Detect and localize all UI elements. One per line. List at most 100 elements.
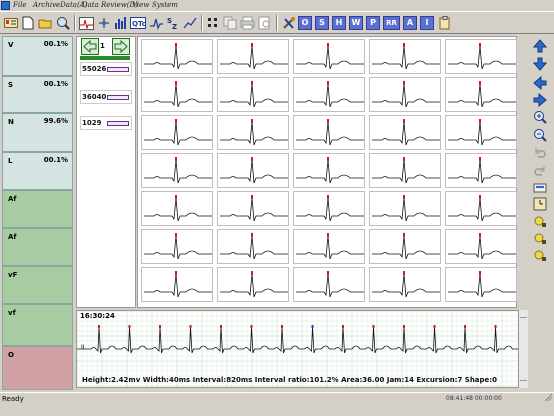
marker-tool-icon[interactable] [532,213,548,229]
beat-cell[interactable] [141,191,213,226]
template-item[interactable]: 36040 [80,90,132,104]
beat-cell[interactable] [141,115,213,150]
menu-archive-data[interactable]: ArchiveData(A) [33,1,87,9]
beat-cell[interactable] [369,115,441,150]
class-n-panel[interactable]: N 99.6% [2,113,73,152]
beat-cell[interactable] [217,191,289,226]
class-af-panel[interactable]: Af [2,190,73,228]
marker-tool-2-icon[interactable] [532,230,548,246]
trend-icon[interactable] [182,15,198,31]
beat-cell[interactable] [141,39,213,74]
beat-cell[interactable] [217,115,289,150]
menu-file[interactable]: File [13,1,26,9]
template-slider[interactable] [107,95,129,100]
beat-cell[interactable] [369,77,441,112]
prev-template-button[interactable] [81,38,99,55]
beat-cell[interactable] [293,77,365,112]
resize-grip-icon[interactable] [545,394,552,401]
beat-cell[interactable] [445,267,517,302]
filter-i-button[interactable]: I [420,16,434,30]
open-folder-icon[interactable] [37,15,53,31]
sort-icon[interactable]: SZ [165,15,181,31]
beat-cell[interactable] [369,153,441,188]
menu-system[interactable]: System [152,1,178,9]
beat-cell[interactable] [217,229,289,264]
scroll-down-arrow[interactable] [520,380,527,388]
beat-cell[interactable] [369,191,441,226]
print-preview-icon[interactable] [257,15,273,31]
export-icon[interactable] [532,180,548,196]
filter-a-button[interactable]: A [403,16,417,30]
copy-icon[interactable] [222,15,238,31]
beat-cell[interactable] [141,267,213,302]
class-vf-panel-2[interactable]: vf [2,304,73,346]
grid-dots-icon[interactable] [205,15,221,31]
template-slider[interactable] [107,67,129,72]
zoom-in-icon[interactable] [532,109,548,125]
class-af-panel-2[interactable]: Af [2,228,73,266]
beat-cell[interactable] [445,39,517,74]
filter-o-button[interactable]: O [298,16,312,30]
template-slider[interactable] [107,121,129,126]
beat-cell[interactable] [293,39,365,74]
beat-cell[interactable] [217,267,289,302]
beat-cell[interactable] [217,153,289,188]
beat-cell[interactable] [445,77,517,112]
st-segment-icon[interactable] [148,15,164,31]
search-icon[interactable] [55,15,71,31]
template-item[interactable]: 1029 [80,116,132,130]
redo-icon[interactable] [532,163,548,179]
class-vf-panel[interactable]: vF [2,266,73,304]
tools-icon[interactable] [281,15,297,31]
beat-cell[interactable] [369,267,441,302]
beat-cell[interactable] [141,153,213,188]
beat-cell[interactable] [293,267,365,302]
beat-cell[interactable] [293,229,365,264]
filter-s-button[interactable]: S [315,16,329,30]
menu-data-review[interactable]: Data Review(D) [82,1,138,9]
beat-cell[interactable] [141,77,213,112]
strip-scrollbar[interactable] [518,310,528,388]
beat-cell[interactable] [141,229,213,264]
histogram-icon[interactable] [113,15,129,31]
marker-tool-3-icon[interactable] [532,247,548,263]
scroll-right-icon[interactable] [532,92,548,108]
class-s-panel[interactable]: S 00.1% [2,76,73,113]
scroll-left-icon[interactable] [532,75,548,91]
scroll-top-icon[interactable] [532,38,548,54]
next-template-button[interactable] [112,38,130,55]
class-v-panel[interactable]: V 00.1% [2,36,73,76]
clock-icon[interactable] [532,196,548,212]
filter-h-button[interactable]: H [332,16,346,30]
zoom-out-icon[interactable] [532,127,548,143]
beat-cell[interactable] [293,191,365,226]
beat-cell[interactable] [445,153,517,188]
menu-view[interactable]: View [132,1,149,9]
beat-cell[interactable] [369,229,441,264]
template-count: 1029 [82,119,102,127]
patient-card-icon[interactable] [3,15,19,31]
beat-cell[interactable] [217,77,289,112]
beat-cell[interactable] [369,39,441,74]
class-o-panel[interactable]: O [2,346,73,390]
beat-cell[interactable] [445,115,517,150]
beat-cell[interactable] [445,229,517,264]
class-l-panel[interactable]: L 00.1% [2,152,73,190]
filter-p-button[interactable]: P [366,16,380,30]
template-item[interactable]: 55026 [80,62,132,76]
print-icon[interactable] [239,15,255,31]
beat-cell[interactable] [445,191,517,226]
axis-icon[interactable] [96,15,112,31]
clipboard-icon[interactable] [437,15,453,31]
filter-rr-button[interactable]: RR [383,16,400,30]
beat-cell[interactable] [217,39,289,74]
scroll-down-icon[interactable] [532,56,548,72]
ecg-review-icon[interactable] [78,15,94,31]
beat-cell[interactable] [293,153,365,188]
scroll-up-arrow[interactable] [520,310,527,318]
undo-icon[interactable] [532,145,548,161]
new-file-icon[interactable] [20,15,36,31]
beat-cell[interactable] [293,115,365,150]
filter-w-button[interactable]: W [349,16,363,30]
qtc-icon[interactable]: QTc [130,15,146,31]
